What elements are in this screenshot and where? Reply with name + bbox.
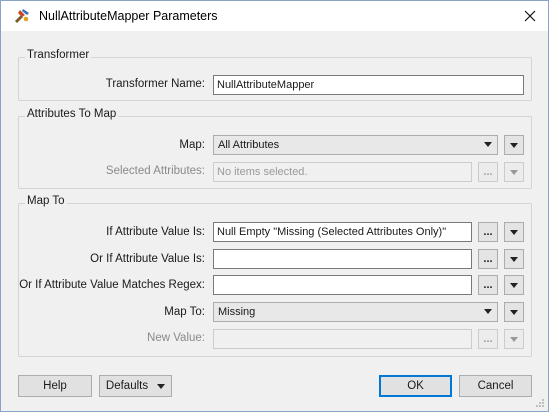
map-to-select-value: Missing <box>218 306 256 318</box>
chevron-down-icon <box>510 336 518 342</box>
new-value-field <box>213 329 472 349</box>
parameters-dialog: NullAttributeMapper Parameters Transform… <box>0 0 549 412</box>
regex-label: Or If Attribute Value Matches Regex: <box>19 279 205 291</box>
map-label: Map: <box>179 139 205 151</box>
map-to-group: Map To If Attribute Value Is: Null Empty… <box>18 195 532 357</box>
chevron-down-icon <box>510 282 518 288</box>
regex-options-button[interactable] <box>504 275 524 295</box>
chevron-down-icon <box>484 309 492 314</box>
title-bar: NullAttributeMapper Parameters <box>1 1 548 31</box>
new-value-label: New Value: <box>147 332 205 344</box>
map-select[interactable]: All Attributes <box>213 135 498 155</box>
if-attribute-value-options-button[interactable] <box>504 222 524 242</box>
regex-field[interactable] <box>213 275 472 295</box>
attributes-to-map-group-title: Attributes To Map <box>25 108 119 120</box>
defaults-button-label: Defaults <box>105 380 149 392</box>
or-if-attribute-value-ellipsis-button[interactable]: ... <box>478 249 498 269</box>
close-icon <box>524 10 536 22</box>
map-select-value: All Attributes <box>218 139 280 151</box>
close-button[interactable] <box>518 5 542 27</box>
selected-attributes-options-button <box>504 162 524 182</box>
map-to-group-title: Map To <box>25 195 67 207</box>
map-to-select[interactable]: Missing <box>213 302 498 322</box>
selected-attributes-label: Selected Attributes: <box>105 165 205 177</box>
ok-button[interactable]: OK <box>379 375 452 397</box>
resize-grip-icon[interactable] <box>535 398 545 408</box>
cancel-button[interactable]: Cancel <box>459 375 532 397</box>
defaults-button[interactable]: Defaults <box>99 375 172 397</box>
chevron-down-icon <box>510 309 518 315</box>
selected-attributes-ellipsis-button: ... <box>478 162 498 182</box>
or-if-attribute-value-options-button[interactable] <box>504 249 524 269</box>
window-title: NullAttributeMapper Parameters <box>39 9 218 23</box>
if-attribute-value-field[interactable]: Null Empty "Missing (Selected Attributes… <box>213 222 472 242</box>
map-to-options-button[interactable] <box>504 302 524 322</box>
dialog-footer: Help Defaults OK Cancel <box>1 363 548 411</box>
chevron-down-icon <box>510 256 518 262</box>
regex-ellipsis-button[interactable]: ... <box>478 275 498 295</box>
attributes-to-map-group: Attributes To Map Map: All Attributes Se… <box>18 108 532 189</box>
new-value-ellipsis-button: ... <box>478 329 498 349</box>
selected-attributes-field: No items selected. <box>213 162 472 182</box>
chevron-down-icon <box>484 142 492 147</box>
transformer-name-label: Transformer Name: <box>105 78 205 90</box>
new-value-options-button <box>504 329 524 349</box>
transformer-group-title: Transformer <box>25 49 92 61</box>
if-attribute-value-label: If Attribute Value Is: <box>106 226 205 238</box>
transformer-icon <box>13 8 31 24</box>
or-if-attribute-value-field[interactable] <box>213 249 472 269</box>
transformer-name-field[interactable]: NullAttributeMapper <box>213 75 524 95</box>
chevron-down-icon <box>510 169 518 175</box>
chevron-down-icon <box>510 229 518 235</box>
chevron-down-icon <box>510 142 518 148</box>
transformer-group: Transformer Transformer Name: NullAttrib… <box>18 49 532 101</box>
map-to-label: Map To: <box>164 306 205 318</box>
help-button[interactable]: Help <box>18 375 92 397</box>
if-attribute-value-ellipsis-button[interactable]: ... <box>478 222 498 242</box>
map-options-button[interactable] <box>504 135 524 155</box>
chevron-down-icon <box>157 383 166 389</box>
or-if-attribute-value-label: Or If Attribute Value Is: <box>90 253 205 265</box>
